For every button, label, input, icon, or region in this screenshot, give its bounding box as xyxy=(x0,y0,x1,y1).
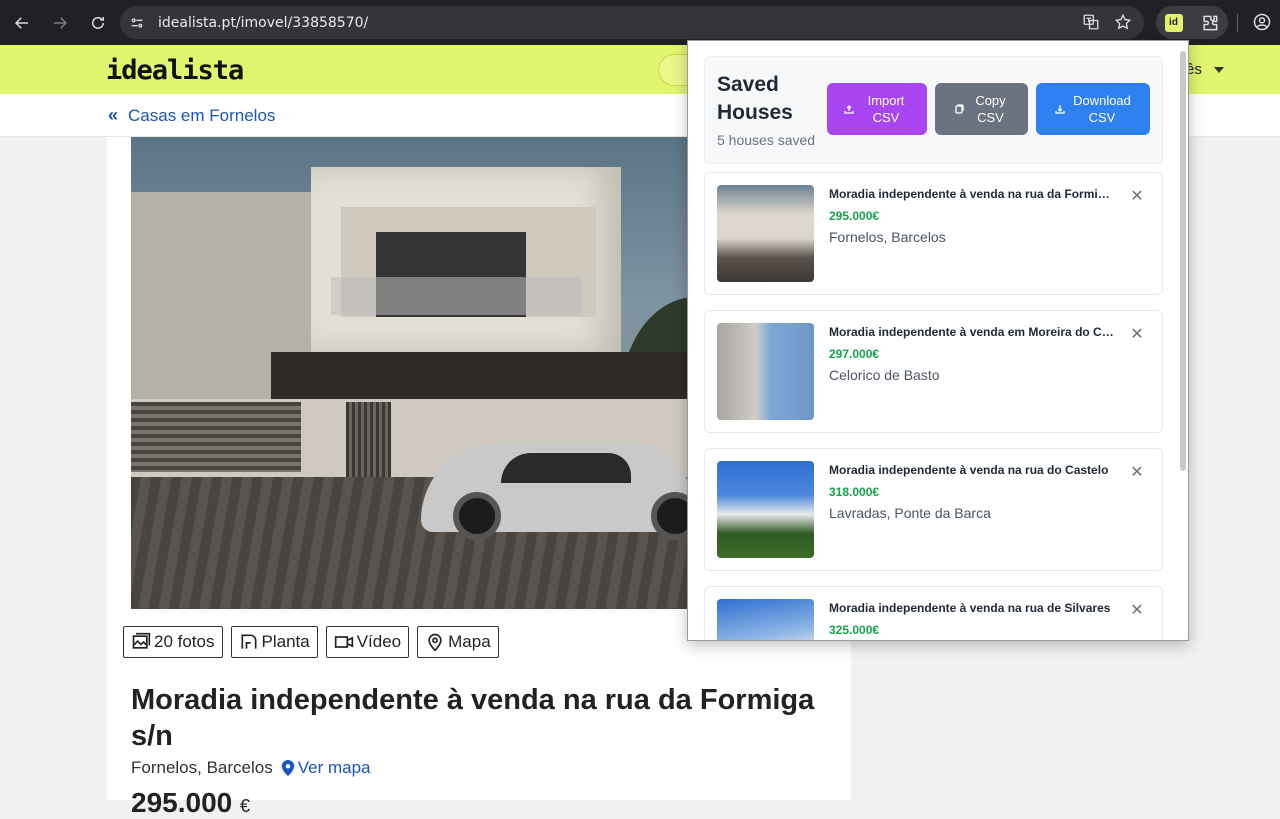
house-thumbnail[interactable] xyxy=(717,461,814,558)
close-icon: ✕ xyxy=(1130,464,1144,481)
media-buttons: 20 fotos Planta Vídeo Mapa xyxy=(123,626,499,658)
location-pin-icon xyxy=(281,760,294,776)
back-button[interactable] xyxy=(6,7,38,39)
house-price: 297.000€ xyxy=(829,347,880,361)
house-title[interactable]: Moradia independente à venda na rua da F… xyxy=(829,187,1114,201)
import-csv-button[interactable]: Import CSV xyxy=(827,83,927,135)
download-icon xyxy=(1055,105,1065,114)
chevron-down-icon[interactable] xyxy=(1214,67,1224,73)
translate-icon[interactable] xyxy=(1082,13,1100,31)
saved-houses-list: Moradia independente à venda na rua da F… xyxy=(704,172,1163,640)
extensions-puzzle-icon[interactable] xyxy=(1200,13,1220,33)
list-item[interactable]: Moradia independente à venda na rua de S… xyxy=(704,586,1163,640)
photos-icon xyxy=(132,632,151,649)
forward-button[interactable] xyxy=(44,7,76,39)
photos-button[interactable]: 20 fotos xyxy=(123,626,223,658)
saved-houses-popup: Saved Houses 5 houses saved Import CSV C… xyxy=(687,40,1189,641)
import-csv-label: Import CSV xyxy=(867,93,905,125)
house-location: Fornelos, Barcelos xyxy=(829,229,946,245)
house-price: 295.000€ xyxy=(829,209,880,223)
download-csv-button[interactable]: Download CSV xyxy=(1036,83,1150,135)
copy-csv-button[interactable]: Copy CSV xyxy=(935,83,1028,135)
map-pin-icon xyxy=(428,633,442,652)
address-bar[interactable]: idealista.pt/imovel/33858570/ xyxy=(120,6,1144,39)
house-location: Lavradas, Ponte da Barca xyxy=(829,505,991,521)
site-settings-icon[interactable] xyxy=(128,14,146,32)
house-thumbnail[interactable] xyxy=(717,323,814,420)
list-item[interactable]: Moradia independente à venda na rua da F… xyxy=(704,172,1163,295)
house-thumbnail[interactable] xyxy=(717,599,814,640)
double-chevron-left-icon: « xyxy=(108,105,119,125)
copy-csv-label: Copy CSV xyxy=(975,93,1006,125)
location-text: Fornelos, Barcelos xyxy=(131,758,273,777)
popup-title: Saved Houses xyxy=(717,73,793,124)
download-csv-label: Download CSV xyxy=(1073,93,1131,125)
close-icon: ✕ xyxy=(1130,188,1144,205)
listing-location: Fornelos, Barcelos Ver mapa xyxy=(131,758,371,778)
house-title[interactable]: Moradia independente à venda na rua de S… xyxy=(829,601,1114,615)
video-button[interactable]: Vídeo xyxy=(325,626,410,658)
breadcrumb[interactable]: « Casas em Fornelos xyxy=(108,105,275,126)
house-thumbnail[interactable] xyxy=(717,185,814,282)
houses-count: 5 houses saved xyxy=(717,132,816,148)
video-icon xyxy=(334,636,353,648)
profile-icon[interactable] xyxy=(1252,12,1272,32)
arrow-right-icon xyxy=(54,16,68,29)
popup-header: Saved Houses 5 houses saved Import CSV C… xyxy=(704,56,1163,164)
floorplan-label: Planta xyxy=(261,632,310,651)
remove-house-button[interactable]: ✕ xyxy=(1129,603,1145,619)
idealista-extension-icon[interactable]: id xyxy=(1164,13,1183,32)
list-item[interactable]: Moradia independente à venda na rua do C… xyxy=(704,448,1163,571)
listing-title: Moradia independente à venda na rua da F… xyxy=(131,684,815,752)
floorplan-icon xyxy=(241,634,256,649)
arrow-left-icon xyxy=(14,16,28,29)
url-text[interactable]: idealista.pt/imovel/33858570/ xyxy=(158,15,368,31)
ver-mapa-label[interactable]: Ver mapa xyxy=(298,758,371,778)
house-title[interactable]: Moradia independente à venda na rua do C… xyxy=(829,463,1114,477)
house-location: Celorico de Basto xyxy=(829,367,940,383)
photos-label: 20 fotos xyxy=(154,632,215,651)
idealista-logo[interactable]: idealista xyxy=(106,55,244,86)
video-label: Vídeo xyxy=(356,632,402,651)
house-price: 318.000€ xyxy=(829,485,880,499)
bookmark-star-icon[interactable] xyxy=(1114,13,1132,31)
map-button[interactable]: Mapa xyxy=(417,626,499,658)
close-icon: ✕ xyxy=(1130,326,1144,343)
remove-house-button[interactable]: ✕ xyxy=(1129,465,1145,481)
ver-mapa-link[interactable]: Ver mapa xyxy=(281,758,371,778)
floorplan-button[interactable]: Planta xyxy=(230,626,318,658)
listing-price: 295.000 € xyxy=(131,787,250,819)
scrollbar-thumb[interactable] xyxy=(1180,51,1186,471)
breadcrumb-label[interactable]: Casas em Fornelos xyxy=(128,106,275,126)
close-icon: ✕ xyxy=(1130,602,1144,619)
list-item[interactable]: Moradia independente à venda em Moreira … xyxy=(704,310,1163,433)
house-title[interactable]: Moradia independente à venda em Moreira … xyxy=(829,325,1114,339)
popup-scrollbar[interactable] xyxy=(1180,41,1186,640)
remove-house-button[interactable]: ✕ xyxy=(1129,327,1145,343)
price-value: 295.000 xyxy=(131,787,233,818)
extensions-area: id xyxy=(1156,6,1228,39)
price-currency: € xyxy=(240,796,251,816)
upload-icon xyxy=(844,105,854,114)
toolbar-divider xyxy=(1237,14,1238,32)
copy-icon xyxy=(954,104,964,114)
reload-icon xyxy=(92,16,104,29)
house-price: 325.000€ xyxy=(829,623,880,637)
remove-house-button[interactable]: ✕ xyxy=(1129,189,1145,205)
map-label: Mapa xyxy=(448,632,491,651)
reload-button[interactable] xyxy=(82,7,114,39)
browser-toolbar: idealista.pt/imovel/33858570/ id xyxy=(0,0,1280,45)
